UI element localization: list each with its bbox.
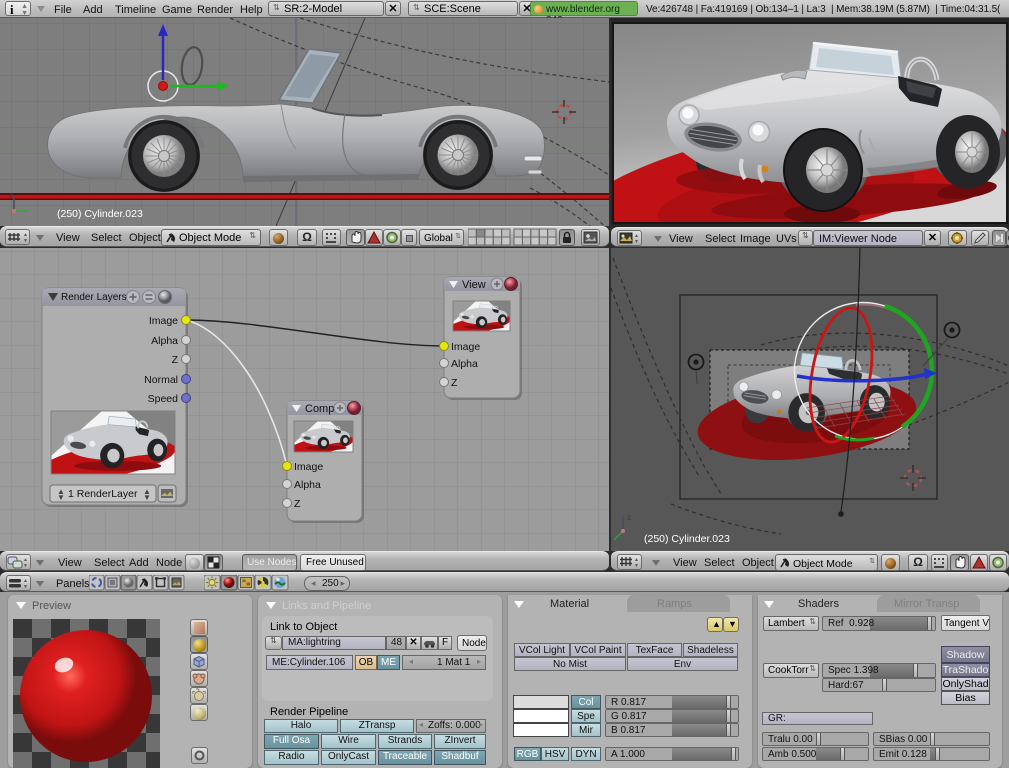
svg-text:Z: Z xyxy=(451,377,458,389)
svg-text:▼: ▼ xyxy=(23,563,28,569)
svg-text:Speed: Speed xyxy=(148,393,179,405)
svg-text:1 RenderLayer: 1 RenderLayer xyxy=(68,488,138,500)
svg-text:▼: ▼ xyxy=(57,493,65,502)
svg-text:Comp: Comp xyxy=(305,403,334,415)
svg-text:▼: ▼ xyxy=(23,584,28,590)
svg-text:Alpha: Alpha xyxy=(451,358,478,370)
svg-text:▼: ▼ xyxy=(23,238,28,244)
svg-text:▼: ▼ xyxy=(634,563,639,569)
svg-text:Normal: Normal xyxy=(144,374,178,386)
svg-text:(250) Cylinder.023: (250) Cylinder.023 xyxy=(57,208,143,220)
svg-text:Alpha: Alpha xyxy=(294,479,321,491)
svg-text:Render Layers: Render Layers xyxy=(61,292,127,303)
svg-text:Z: Z xyxy=(294,498,301,510)
svg-text:▼: ▼ xyxy=(143,493,151,502)
svg-text:Z: Z xyxy=(172,354,179,366)
svg-text:▼: ▼ xyxy=(634,239,639,245)
svg-text:z: z xyxy=(9,191,13,200)
svg-text:View: View xyxy=(462,279,486,291)
svg-text:Image: Image xyxy=(451,341,480,353)
svg-text:Image: Image xyxy=(294,461,323,473)
svg-text:z: z xyxy=(627,513,631,522)
svg-text:Alpha: Alpha xyxy=(151,335,178,347)
svg-text:Image: Image xyxy=(149,315,178,327)
svg-text:(250) Cylinder.023: (250) Cylinder.023 xyxy=(644,533,730,545)
